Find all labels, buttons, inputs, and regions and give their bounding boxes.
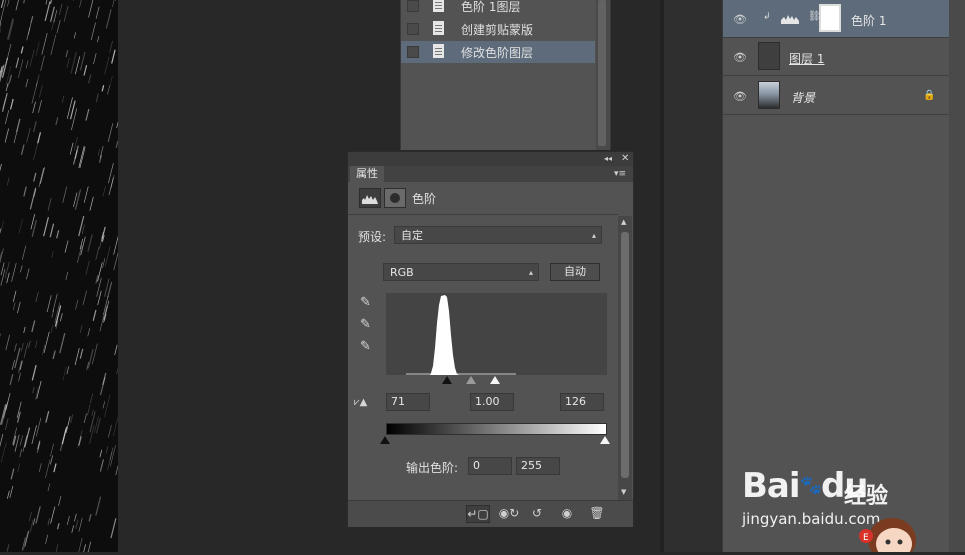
- levels-adjustment-icon: [779, 8, 801, 28]
- input-white-field[interactable]: 126: [560, 393, 604, 411]
- layer-name[interactable]: 背景: [791, 89, 815, 106]
- history-item-label: 色阶 1图层: [461, 0, 520, 15]
- layers-scrollbar[interactable]: [949, 0, 965, 552]
- mascot-icon: E: [858, 500, 918, 552]
- adjustment-title: 色阶: [412, 190, 436, 207]
- input-gamma-field[interactable]: 1.00: [470, 393, 514, 411]
- tab-properties[interactable]: 属性: [350, 166, 384, 182]
- properties-scroll-thumb[interactable]: [621, 232, 629, 478]
- lock-icon: 🔒: [923, 90, 935, 101]
- history-snapshot-checkbox[interactable]: [407, 23, 419, 35]
- levels-adjustment-icon[interactable]: [359, 188, 381, 208]
- visibility-eye-icon[interactable]: ◉: [556, 505, 578, 521]
- output-black-field[interactable]: 0: [468, 457, 512, 475]
- layer-row-layer1[interactable]: 👁 图层 1: [723, 38, 949, 76]
- preset-value: 自定: [401, 229, 423, 242]
- layer-name[interactable]: 图层 1: [789, 50, 824, 67]
- layer-name[interactable]: 色阶 1: [851, 12, 886, 29]
- layer-row-background[interactable]: 👁 背景 🔒: [723, 77, 949, 115]
- gray-point-eyedropper-icon[interactable]: ✎: [360, 317, 371, 332]
- delete-trash-icon[interactable]: 🗑: [586, 505, 608, 521]
- histogram-graph: [386, 293, 607, 375]
- auto-button[interactable]: 自动: [550, 263, 600, 281]
- preset-label: 预设:: [358, 228, 386, 245]
- channel-dropdown[interactable]: RGB ▴: [383, 263, 539, 281]
- eye-icon[interactable]: 👁: [733, 51, 747, 64]
- document-icon: [433, 0, 444, 12]
- eye-icon[interactable]: 👁: [733, 13, 747, 26]
- history-item-active[interactable]: 修改色阶图层: [401, 41, 595, 63]
- history-item-label: 修改色阶图层: [461, 44, 533, 61]
- input-white-slider[interactable]: [490, 376, 500, 384]
- channel-value: RGB: [390, 266, 414, 279]
- panel-menu-icon[interactable]: ▾≡: [614, 168, 626, 180]
- reset-icon[interactable]: ↺: [526, 505, 548, 521]
- preset-dropdown[interactable]: 自定 ▴: [394, 226, 602, 244]
- collapse-icon[interactable]: ◂◂: [604, 152, 612, 166]
- properties-panel: ◂◂ ✕ ▾≡ 属性 色阶 预设: 自定 ▴ RGB ▴ 自动 ✎ ✎ ✎: [347, 151, 634, 527]
- close-icon[interactable]: ✕: [621, 152, 629, 166]
- eye-icon[interactable]: 👁: [733, 90, 747, 103]
- rain-texture: [0, 0, 118, 552]
- output-white-field[interactable]: 255: [516, 457, 560, 475]
- history-item[interactable]: 色阶 1图层: [401, 0, 595, 17]
- layer-thumbnail[interactable]: [758, 81, 780, 109]
- history-scroll-thumb[interactable]: [598, 0, 606, 146]
- clip-to-layer-icon[interactable]: ↵▢: [466, 505, 490, 523]
- divider: [348, 214, 618, 215]
- layer-row-levels[interactable]: 👁 ↲ ⛓ 色阶 1: [723, 0, 949, 38]
- layer-mask-thumbnail[interactable]: [819, 4, 841, 32]
- input-black-field[interactable]: 71: [386, 393, 430, 411]
- scroll-down-icon[interactable]: ▼: [621, 488, 626, 496]
- clipping-warning-icon[interactable]: ⩗▲: [354, 397, 367, 408]
- layer-thumbnail[interactable]: [758, 42, 780, 70]
- document-icon: [433, 44, 444, 58]
- input-black-slider[interactable]: [442, 376, 452, 384]
- output-gradient: [386, 423, 607, 435]
- history-snapshot-checkbox[interactable]: [407, 0, 419, 12]
- clip-arrow-icon: ↲: [763, 12, 771, 22]
- black-point-eyedropper-icon[interactable]: ✎: [360, 295, 371, 310]
- panel-title-bar[interactable]: ◂◂ ✕: [348, 152, 633, 166]
- history-item-label: 创建剪贴蒙版: [461, 21, 533, 38]
- document-icon: [433, 21, 444, 35]
- chevron-updown-icon: ▴: [529, 264, 533, 282]
- chevron-updown-icon: ▴: [592, 227, 596, 245]
- svg-text:E: E: [863, 533, 869, 543]
- panel-tab-bar: ▾≡: [348, 166, 633, 182]
- white-point-eyedropper-icon[interactable]: ✎: [360, 339, 371, 354]
- input-gamma-slider[interactable]: [466, 376, 476, 384]
- output-black-slider[interactable]: [380, 436, 390, 444]
- layer-mask-icon[interactable]: [384, 188, 406, 208]
- document-canvas[interactable]: [0, 0, 118, 552]
- history-snapshot-checkbox[interactable]: [407, 46, 419, 58]
- history-panel: 色阶 1图层 创建剪贴蒙版 修改色阶图层: [400, 0, 598, 150]
- output-white-slider[interactable]: [600, 436, 610, 444]
- scroll-up-icon[interactable]: ▲: [621, 218, 626, 226]
- panel-dock-gap: [664, 0, 722, 552]
- history-item[interactable]: 创建剪贴蒙版: [401, 18, 595, 40]
- output-levels-label: 输出色阶:: [406, 459, 458, 476]
- view-previous-state-icon[interactable]: ◉↻: [498, 505, 520, 521]
- histogram: [386, 293, 607, 375]
